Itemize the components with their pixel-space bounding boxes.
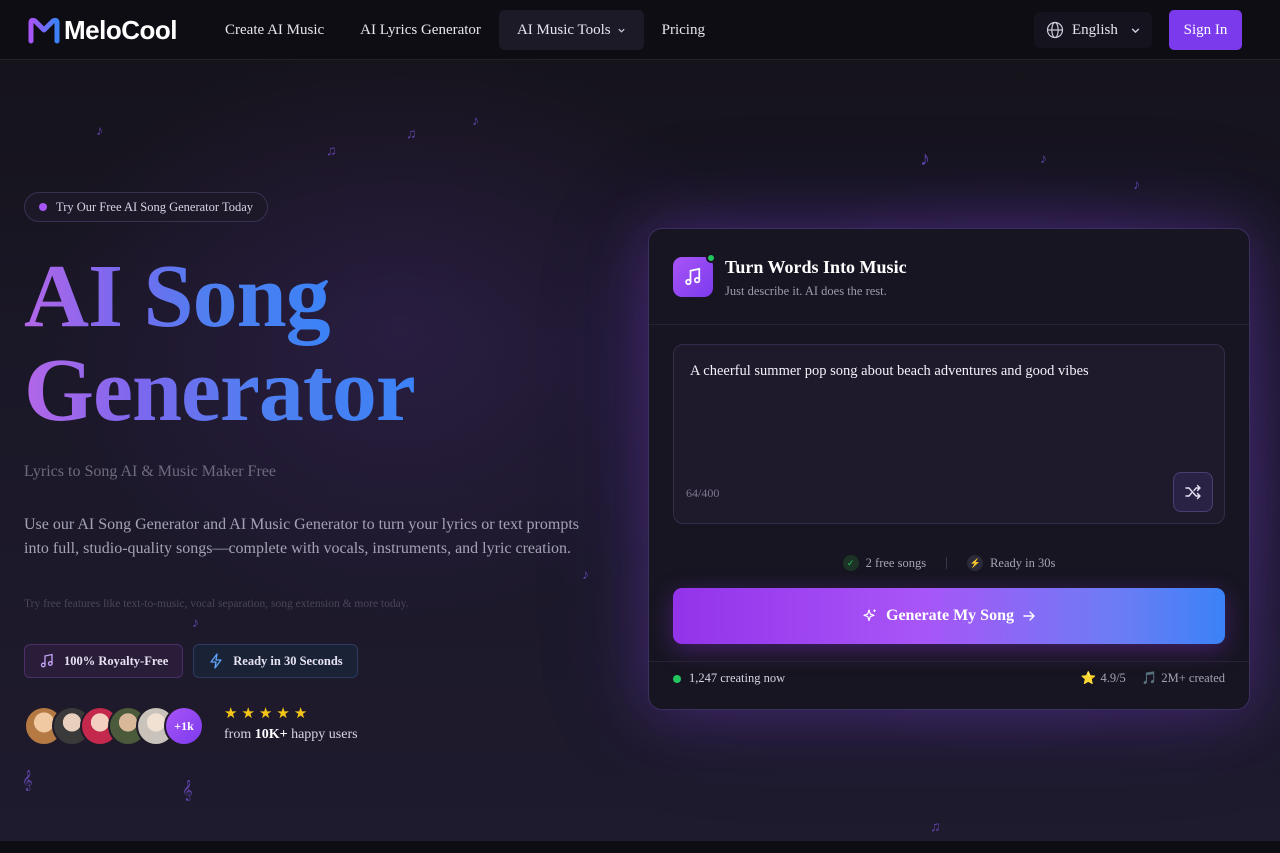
hero-title-line1: AI Song [24, 247, 331, 346]
promo-pill-label: Try Our Free AI Song Generator Today [56, 199, 254, 214]
hero-description: Use our AI Song Generator and AI Music G… [24, 516, 579, 557]
live-dot [673, 674, 681, 683]
shuffle-icon [1185, 484, 1201, 500]
badge-ready-30s: Ready in 30 Seconds [193, 644, 358, 678]
floating-note-icon: ♪ [1040, 152, 1047, 167]
main-nav: Create AI Music AI Lyrics Generator AI M… [207, 10, 723, 50]
generation-meta: ✓ 2 free songs ⚡ Ready in 30s [649, 555, 1249, 571]
nav-label: Pricing [661, 22, 705, 38]
nav-label: AI Music Tools [516, 22, 611, 38]
sparkle-icon [863, 609, 876, 622]
card-subtitle: Just describe it. AI does the rest. [725, 284, 887, 298]
badge-label: 100% Royalty-Free [64, 653, 169, 668]
live-creating-status: 1,247 creating now [673, 671, 785, 686]
meta-separator [946, 557, 948, 569]
avatar-more-count: +1k [164, 706, 204, 746]
promo-pill[interactable]: Try Our Free AI Song Generator Today [24, 192, 269, 222]
lightning-icon: ⚡ [967, 555, 984, 571]
free-songs-label: 2 free songs [865, 555, 927, 570]
card-stats: ⭐ 4.9/5 🎵 2M+ created [1081, 671, 1225, 686]
music-note-icon: 🎵 [1141, 671, 1158, 685]
floating-note-icon: ♪ [96, 124, 103, 139]
hero-small-note: Try free features like text-to-music, vo… [24, 598, 409, 610]
floating-note-icon: ♪ [582, 568, 589, 583]
music-note-icon [685, 267, 701, 286]
nav-label: Create AI Music [225, 22, 325, 38]
floating-note-icon: ♫ [406, 127, 417, 142]
check-icon: ✓ [842, 555, 859, 571]
badge-royalty-free: 100% Royalty-Free [24, 644, 184, 678]
feature-badges: 100% Royalty-Free Ready in 30 Seconds [24, 644, 358, 678]
language-selector[interactable]: English [1034, 12, 1152, 48]
floating-note-icon: ♫ [930, 820, 941, 835]
page-bottom-bar [0, 841, 1280, 853]
rating-stars: ★ ★ ★ ★ ★ [224, 705, 358, 723]
floating-note-icon: 𝄞 [182, 780, 193, 800]
language-label: English [1072, 21, 1118, 38]
card-footer: 1,247 creating now ⭐ 4.9/5 🎵 2M+ created [649, 661, 1249, 711]
card-title: Turn Words Into Music [725, 257, 907, 277]
logo-text: MeloCool [64, 14, 178, 45]
chevron-down-icon [618, 28, 625, 33]
music-note-icon [40, 653, 53, 668]
user-rating: ★ ★ ★ ★ ★ from 10K+ happy users [224, 705, 358, 743]
card-header: Turn Words Into Music Just describe it. … [649, 229, 1249, 325]
logo-mark-icon [28, 17, 60, 44]
floating-note-icon: ♫ [326, 144, 337, 159]
star-icon: ⭐ [1080, 671, 1097, 685]
floating-note-icon: ♪ [1133, 178, 1140, 193]
nav-pricing[interactable]: Pricing [644, 10, 723, 50]
shuffle-prompt-button[interactable] [1173, 472, 1213, 512]
nav-ai-lyrics-generator[interactable]: AI Lyrics Generator [342, 10, 499, 50]
hero-subtitle: Lyrics to Song AI & Music Maker Free [24, 463, 276, 480]
floating-note-icon: 𝄞 [22, 770, 33, 790]
badge-label: Ready in 30 Seconds [233, 653, 343, 668]
created-stat: 🎵 2M+ created [1142, 671, 1225, 686]
rating-stat: ⭐ 4.9/5 [1081, 671, 1126, 686]
pill-dot [39, 203, 47, 211]
nav-create-ai-music[interactable]: Create AI Music [207, 10, 342, 50]
logo[interactable]: MeloCool [28, 12, 178, 48]
generate-song-button[interactable]: Generate My Song [673, 588, 1225, 644]
top-header: MeloCool Create AI Music AI Lyrics Gener… [0, 0, 1280, 60]
happy-prefix: from [224, 727, 255, 742]
song-generator-card: Turn Words Into Music Just describe it. … [648, 228, 1250, 710]
hero-title-line2: Generator [24, 341, 416, 440]
star-icon: ★ [241, 706, 255, 722]
online-status-dot [706, 253, 716, 263]
nav-ai-music-tools[interactable]: AI Music Tools [498, 10, 644, 50]
generate-label: Generate My Song [886, 607, 1014, 624]
star-icon: ★ [224, 706, 238, 722]
floating-note-icon: ♪ [472, 114, 479, 129]
created-value: 2M+ created [1161, 671, 1225, 685]
user-avatars: +1k [24, 706, 204, 746]
character-counter: 64/400 [686, 486, 720, 500]
happy-suffix: happy users [287, 727, 358, 742]
card-music-icon [673, 257, 713, 297]
star-icon: ★ [276, 706, 290, 722]
happy-count: 10K+ [254, 727, 288, 742]
ready-time-label: Ready in 30s [990, 555, 1056, 570]
chevron-down-icon [1131, 27, 1140, 33]
star-icon: ★ [293, 706, 308, 722]
floating-note-icon: ♪ [192, 616, 199, 631]
hero-title: AI Song Generator [24, 250, 584, 438]
prompt-value: A cheerful summer pop song about beach a… [690, 363, 1089, 379]
globe-icon [1046, 21, 1064, 39]
creating-now-label: 1,247 creating now [689, 671, 786, 685]
arrow-right-icon [1023, 611, 1035, 621]
rating-value: 4.9/5 [1100, 671, 1126, 685]
star-icon: ★ [258, 706, 273, 722]
happy-users-text: from 10K+ happy users [224, 727, 358, 743]
prompt-textarea[interactable]: A cheerful summer pop song about beach a… [673, 344, 1225, 524]
lightning-icon [210, 653, 222, 669]
nav-label: AI Lyrics Generator [360, 22, 481, 38]
floating-note-icon: ♪ [920, 148, 930, 170]
sign-in-button[interactable]: Sign In [1169, 10, 1242, 50]
